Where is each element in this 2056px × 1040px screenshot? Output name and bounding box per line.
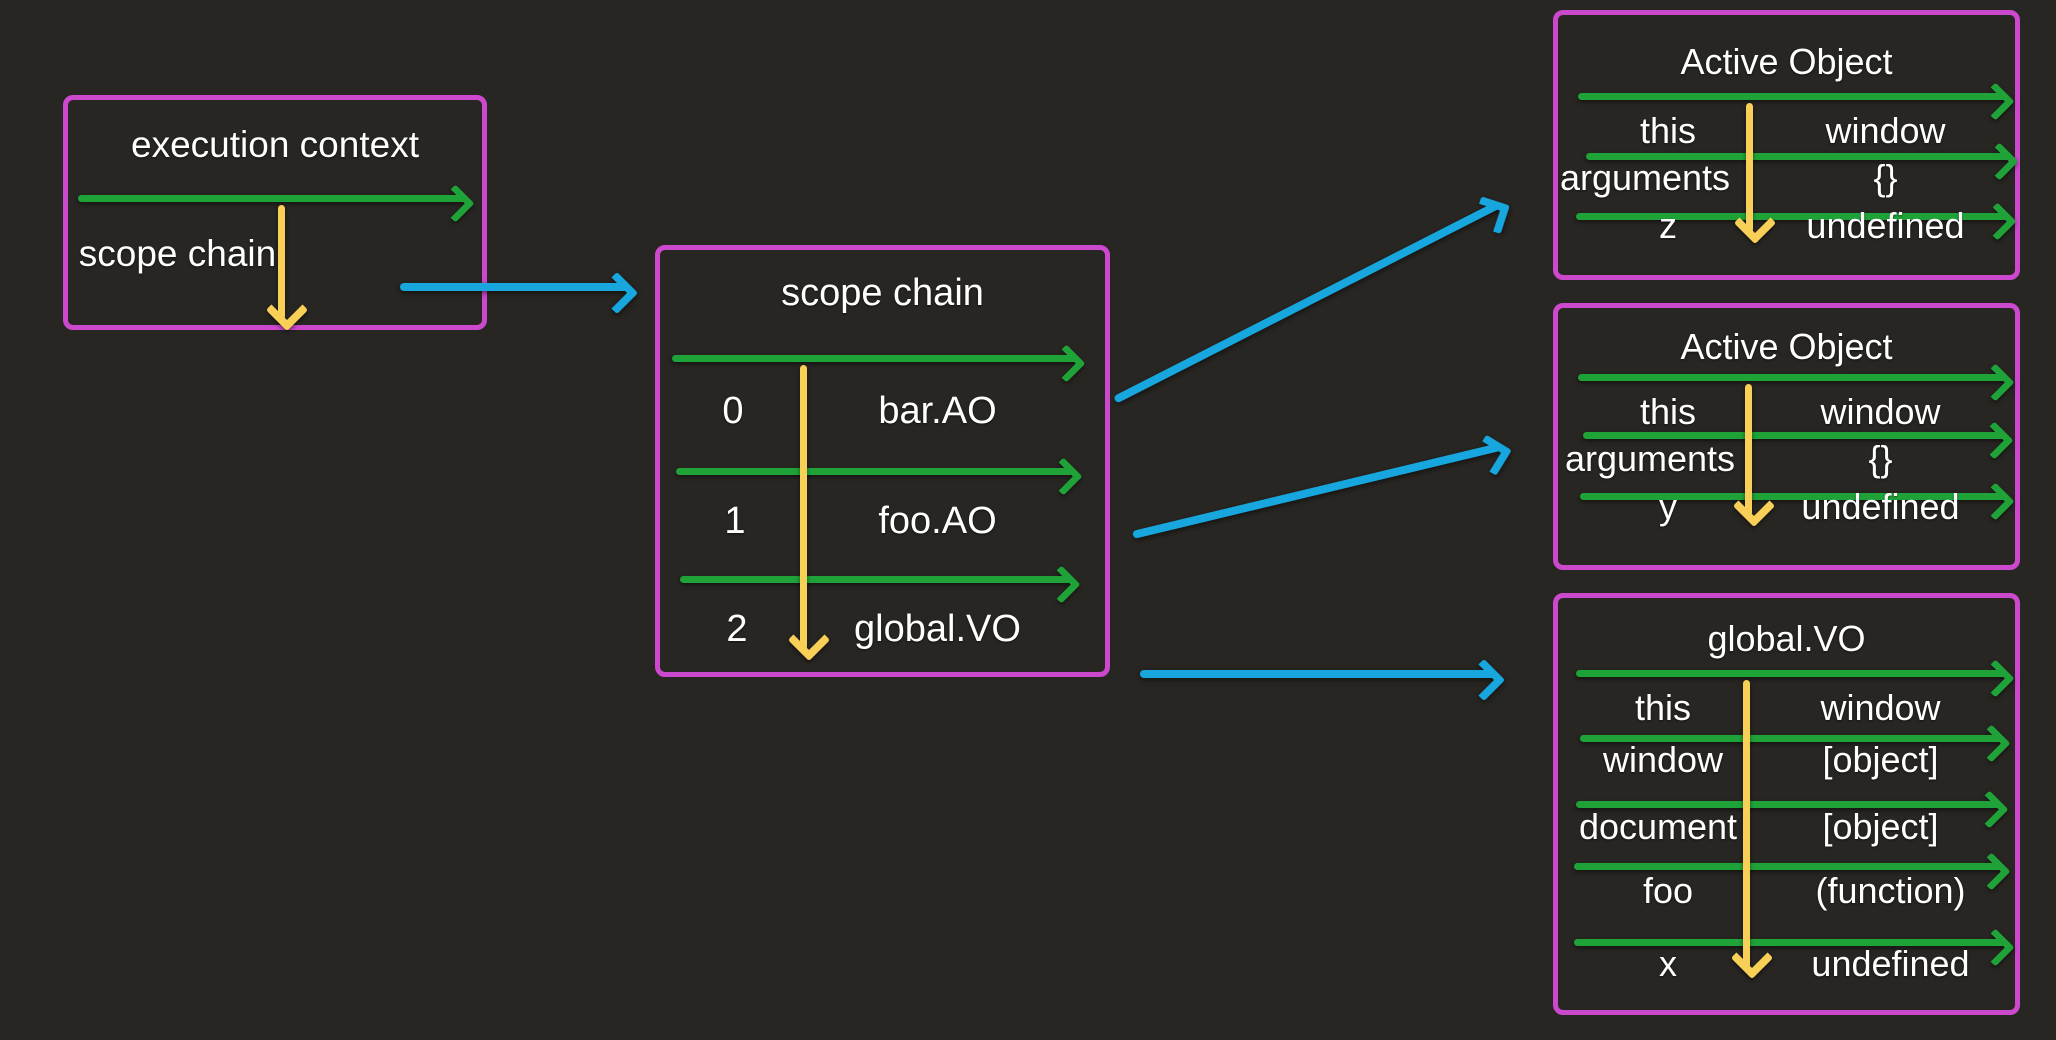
global-vo-separator-0 — [1576, 670, 2006, 677]
bar-active-object-row-1-key: arguments — [1559, 157, 1731, 198]
execution-context-box: execution context scope chain — [63, 95, 487, 330]
execution-context-row-0-key: scope chain — [78, 233, 277, 274]
scope-chain-row-1-key: 1 — [724, 500, 746, 542]
bar-active-object-separator-0 — [1578, 93, 2006, 100]
bar-active-object-row-0-key: this — [1639, 110, 1697, 151]
bar-active-object-pointer — [1746, 103, 1753, 233]
scope-chain-row-1-value: foo.AO — [878, 500, 997, 542]
foo-active-object-row-1-key: arguments — [1564, 438, 1736, 479]
scope-chain-title: scope chain — [781, 272, 984, 314]
global-vo-title: global.VO — [1707, 618, 1866, 659]
foo-active-object-row-0-key: this — [1639, 391, 1697, 432]
scope-chain-row-0-value: bar.AO — [878, 390, 997, 432]
global-vo-row-2-key: document — [1578, 806, 1738, 847]
connector-execution-context-to-scope-chain — [400, 283, 628, 291]
foo-active-object-title: Active Object — [1680, 326, 1893, 367]
foo-active-object-row-0-value: window — [1820, 391, 1941, 432]
global-vo-row-3-value: (function) — [1815, 870, 1966, 911]
global-vo-row-0-value: window — [1820, 687, 1941, 728]
global-vo-row-4-value: undefined — [1811, 943, 1970, 984]
execution-context-scope-pointer — [278, 205, 285, 320]
bar-active-object-row-1-value: {} — [1873, 157, 1898, 198]
global-vo-row-0-key: this — [1634, 687, 1692, 728]
global-vo-row-1-value: [object] — [1822, 739, 1939, 780]
foo-active-object-row-2-value: undefined — [1801, 486, 1960, 527]
global-vo-row-2-value: [object] — [1822, 806, 1939, 847]
global-vo-pointer — [1743, 680, 1750, 968]
connector-scope-chain-2-to-global-vo — [1140, 670, 1495, 678]
bar-active-object-box: Active Object this arguments z window {}… — [1553, 10, 2020, 280]
foo-active-object-box: Active Object this arguments y window {}… — [1553, 303, 2020, 570]
scope-chain-row-0-key: 0 — [722, 390, 744, 432]
bar-active-object-row-2-value: undefined — [1806, 205, 1965, 246]
bar-active-object-title: Active Object — [1680, 41, 1893, 82]
global-vo-row-3-key: foo — [1642, 870, 1694, 911]
scope-chain-separator-1 — [676, 468, 1074, 475]
foo-active-object-row-1-value: {} — [1868, 438, 1893, 479]
global-vo-separator-3 — [1574, 863, 2002, 870]
foo-active-object-pointer — [1745, 384, 1752, 516]
connector-scope-chain-1-to-foo-active-object — [1132, 442, 1502, 539]
execution-context-separator-0 — [78, 195, 466, 202]
scope-chain-row-2-key: 2 — [726, 608, 748, 650]
scope-chain-separator-0 — [672, 355, 1077, 362]
scope-chain-traversal-pointer — [800, 365, 807, 650]
global-vo-row-1-key: window — [1602, 739, 1724, 780]
scope-chain-row-2-value: global.VO — [854, 608, 1021, 650]
diagram-canvas: execution context scope chain scope chai… — [0, 0, 2056, 1040]
foo-active-object-separator-0 — [1578, 374, 2006, 381]
bar-active-object-row-0-value: window — [1825, 110, 1946, 151]
scope-chain-separator-2 — [680, 576, 1072, 583]
scope-chain-box: scope chain 0 1 2 bar.AO foo.AO global.V… — [655, 245, 1110, 677]
execution-context-title: execution context — [131, 124, 419, 165]
global-vo-box: global.VO this window document foo x win… — [1553, 593, 2020, 1015]
connector-scope-chain-0-to-bar-active-object — [1113, 201, 1500, 404]
